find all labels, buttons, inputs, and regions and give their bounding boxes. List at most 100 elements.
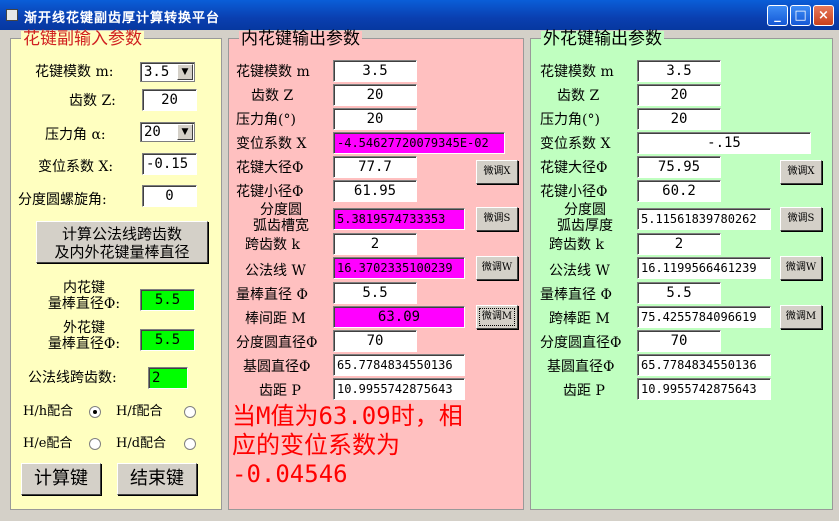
result-note-line1: 当M值为63.09时，相 xyxy=(232,402,463,430)
inner-base-diameter-label: 基圆直径Φ xyxy=(243,359,311,375)
inner-tooth-pitch-output: 10.9955742875643 xyxy=(333,378,465,400)
inner-arc-width-output: 5.3819574733353 xyxy=(333,208,465,230)
inner-span-output: 2 xyxy=(333,233,417,255)
radio-icon[interactable] xyxy=(184,438,196,450)
outer-panel-legend: 外花键输出参数 xyxy=(541,29,664,49)
inner-adjust-s-button[interactable]: 微调S xyxy=(476,207,518,231)
outer-wline-label: 公法线 W xyxy=(549,263,610,279)
outer-teeth-label: 齿数 Z xyxy=(557,88,600,104)
result-note-line2: 应的变位系数为 xyxy=(232,431,400,459)
fit-hf-label: H/f配合 xyxy=(116,404,163,419)
fit-hd-label: H/d配合 xyxy=(116,436,167,451)
pressure-angle-label: 压力角 α: xyxy=(45,127,106,143)
outer-module-output: 3.5 xyxy=(637,60,721,82)
window-title: 渐开线花键副齿厚计算转换平台 xyxy=(24,11,221,26)
module-select[interactable]: 3.5 ▼ xyxy=(140,62,195,82)
inner-shift-output: -4.54627720079345E-02 xyxy=(333,132,505,154)
outer-pitch-diameter-label: 分度圆直径Φ xyxy=(540,335,622,351)
outer-rod-diameter-input[interactable]: 5.5 xyxy=(140,329,195,351)
inner-arc-label-line2: 弧齿槽宽 xyxy=(253,218,309,234)
outer-tooth-pitch-label: 齿距 P xyxy=(563,383,605,399)
teeth-label: 齿数 Z: xyxy=(69,93,116,109)
inner-base-diameter-output: 65.7784834550136 xyxy=(333,354,465,376)
inner-shift-label: 变位系数 X xyxy=(236,136,307,152)
inner-tooth-pitch-label: 齿距 P xyxy=(259,383,301,399)
helix-angle-input[interactable]: 0 xyxy=(142,185,197,207)
inner-rod-distance-label: 棒间距 M xyxy=(245,311,306,327)
outer-wline-output: 16.1199566461239 xyxy=(637,257,771,279)
inner-minor-diameter-label: 花键小径Φ xyxy=(236,184,304,200)
input-panel-legend: 花键副输入参数 xyxy=(21,29,144,49)
radio-icon[interactable] xyxy=(89,438,101,450)
teeth-input[interactable]: 20 xyxy=(142,89,197,111)
inner-pitch-diameter-label: 分度圆直径Φ xyxy=(236,335,318,351)
outer-adjust-m-button[interactable]: 微调M xyxy=(780,305,822,329)
inner-teeth-label: 齿数 Z xyxy=(251,88,294,104)
outer-adjust-s-button[interactable]: 微调S xyxy=(780,207,822,231)
inner-pressure-label: 压力角(°) xyxy=(236,112,296,128)
radio-selected-icon[interactable] xyxy=(89,406,101,418)
minimize-button[interactable]: _ xyxy=(767,5,788,26)
fit-hf-radio[interactable]: H/f配合 xyxy=(116,401,198,423)
helix-angle-label: 分度圆螺旋角: xyxy=(18,192,107,208)
shift-coefficient-input[interactable]: -0.15 xyxy=(142,153,197,175)
inner-wline-output: 16.3702335100239 xyxy=(333,257,465,279)
fit-hd-radio[interactable]: H/d配合 xyxy=(116,433,198,455)
inner-pitch-diameter-output: 70 xyxy=(333,330,417,352)
inner-adjust-w-button[interactable]: 微调W xyxy=(476,256,518,280)
outer-minor-diameter-output: 60.2 xyxy=(637,180,721,202)
outer-rod-label: 量棒直径 Φ xyxy=(540,287,612,303)
shift-coefficient-label: 变位系数 X: xyxy=(38,159,114,175)
span-count-input[interactable]: 2 xyxy=(148,367,188,389)
outer-pitch-diameter-output: 70 xyxy=(637,330,721,352)
inner-adjust-m-button[interactable]: 微调M xyxy=(476,305,518,329)
result-note-line3: -0.04546 xyxy=(232,460,348,488)
pressure-angle-select-value: 20 xyxy=(144,124,161,140)
outer-adjust-x-button[interactable]: 微调X xyxy=(780,160,822,184)
chevron-down-icon[interactable]: ▼ xyxy=(177,124,193,140)
outer-minor-diameter-label: 花键小径Φ xyxy=(540,184,608,200)
outer-spline-output-panel: 外花键输出参数 花键模数 m 3.5 齿数 Z 20 压力角(°) 20 变位系… xyxy=(530,31,833,510)
exit-button[interactable]: 结束键 xyxy=(117,463,197,495)
inner-adjust-x-button[interactable]: 微调X xyxy=(476,160,518,184)
outer-adjust-w-button[interactable]: 微调W xyxy=(780,256,822,280)
inner-pressure-output: 20 xyxy=(333,108,417,130)
app-icon xyxy=(6,9,18,21)
outer-arc-label: 分度圆 弧齿厚度 xyxy=(545,202,625,234)
inner-span-label: 跨齿数 k xyxy=(245,237,300,253)
inner-module-output: 3.5 xyxy=(333,60,417,82)
inner-teeth-output: 20 xyxy=(333,84,417,106)
title-bar[interactable]: 渐开线花键副齿厚计算转换平台 _ □ × xyxy=(0,0,839,30)
outer-span-label: 跨齿数 k xyxy=(549,237,604,253)
inner-panel-legend: 内花键输出参数 xyxy=(239,29,362,49)
outer-shift-label: 变位系数 X xyxy=(540,136,611,152)
inner-major-diameter-output: 77.7 xyxy=(333,156,417,178)
pressure-angle-select[interactable]: 20 ▼ xyxy=(140,122,195,142)
outer-arc-label-line2: 弧齿厚度 xyxy=(557,218,613,234)
outer-shift-output: -.15 xyxy=(637,132,811,154)
outer-pressure-output: 20 xyxy=(637,108,721,130)
outer-arc-thickness-output: 5.11561839780262 xyxy=(637,208,771,230)
inner-rod-distance-output: 63.09 xyxy=(333,306,465,328)
chevron-down-icon[interactable]: ▼ xyxy=(177,64,193,80)
compute-button[interactable]: 计算键 xyxy=(21,463,101,495)
maximize-button[interactable]: □ xyxy=(790,5,811,26)
outer-rod-label-line2: 量棒直径Φ: xyxy=(47,336,121,352)
fit-hh-radio[interactable]: H/h配合 xyxy=(23,401,103,423)
fit-he-label: H/e配合 xyxy=(23,436,73,451)
module-select-value: 3.5 xyxy=(144,64,170,80)
calculate-span-and-rod-button[interactable]: 计算公法线跨齿数 及内外花键量棒直径 xyxy=(36,221,208,263)
inner-rod-label-line2: 量棒直径Φ: xyxy=(47,296,121,312)
fit-he-radio[interactable]: H/e配合 xyxy=(23,433,103,455)
outer-rod-label-line1: 外花键 xyxy=(63,320,105,336)
inner-rod-diameter-input[interactable]: 5.5 xyxy=(140,289,195,311)
outer-arc-label-line1: 分度圆 xyxy=(564,202,606,218)
inner-rod-output: 5.5 xyxy=(333,282,417,304)
outer-tooth-pitch-output: 10.9955742875643 xyxy=(637,378,771,400)
radio-icon[interactable] xyxy=(184,406,196,418)
close-button[interactable]: × xyxy=(813,5,834,26)
inner-minor-diameter-output: 61.95 xyxy=(333,180,417,202)
calculate-span-button-line2: 及内外花键量棒直径 xyxy=(54,243,190,261)
outer-major-diameter-output: 75.95 xyxy=(637,156,721,178)
outer-rod-diameter-label: 外花键 量棒直径Φ: xyxy=(29,320,139,352)
